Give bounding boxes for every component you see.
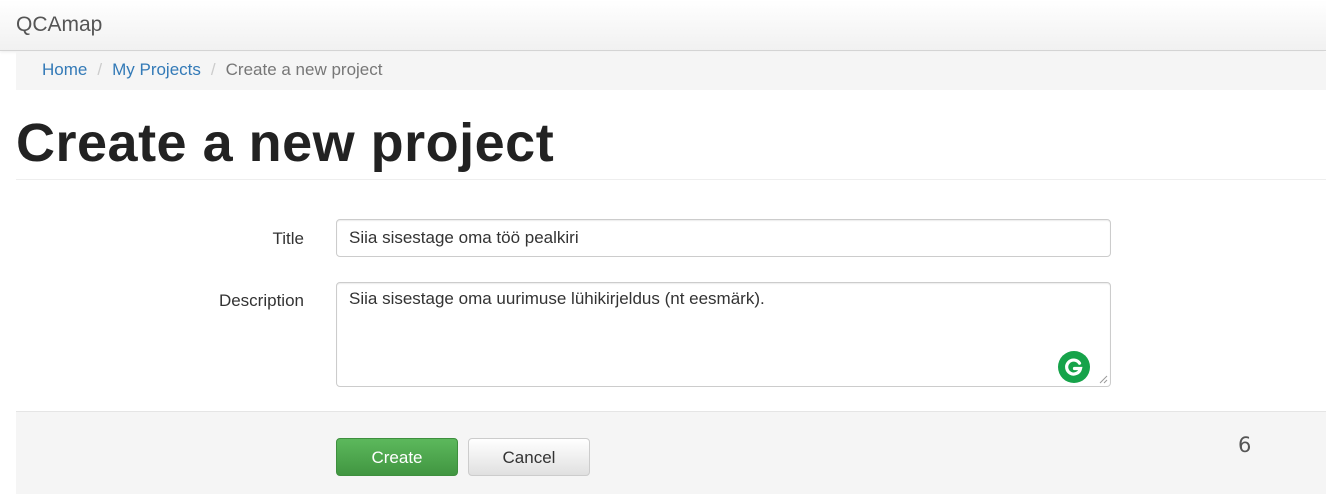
breadcrumb-my-projects[interactable]: My Projects bbox=[112, 60, 201, 79]
resize-grip-icon[interactable] bbox=[1098, 374, 1108, 384]
breadcrumb-current: Create a new project bbox=[225, 60, 383, 79]
description-label: Description bbox=[218, 291, 304, 310]
title-input[interactable] bbox=[336, 219, 1111, 257]
description-textarea[interactable]: Siia sisestage oma uurimuse lühikirjeldu… bbox=[336, 282, 1111, 387]
slide-number: 6 bbox=[1238, 433, 1252, 457]
title-label: Title bbox=[272, 229, 305, 248]
create-button[interactable]: Create bbox=[336, 438, 458, 476]
brand-link[interactable]: QCAmap bbox=[16, 13, 102, 37]
top-navbar: QCAmap bbox=[0, 0, 1326, 51]
breadcrumb-separator: / bbox=[210, 60, 216, 79]
description-text: Siia sisestage oma uurimuse lühikirjeldu… bbox=[349, 289, 765, 308]
breadcrumb: Home / My Projects / Create a new project bbox=[16, 52, 1326, 90]
page-title: Create a new project bbox=[16, 113, 555, 173]
breadcrumb-separator: / bbox=[97, 60, 103, 79]
breadcrumb-home[interactable]: Home bbox=[42, 60, 87, 79]
cancel-button[interactable]: Cancel bbox=[468, 438, 590, 476]
grammarly-icon[interactable] bbox=[1058, 351, 1090, 383]
title-divider bbox=[16, 179, 1326, 180]
form-actions: Create Cancel bbox=[16, 411, 1326, 494]
